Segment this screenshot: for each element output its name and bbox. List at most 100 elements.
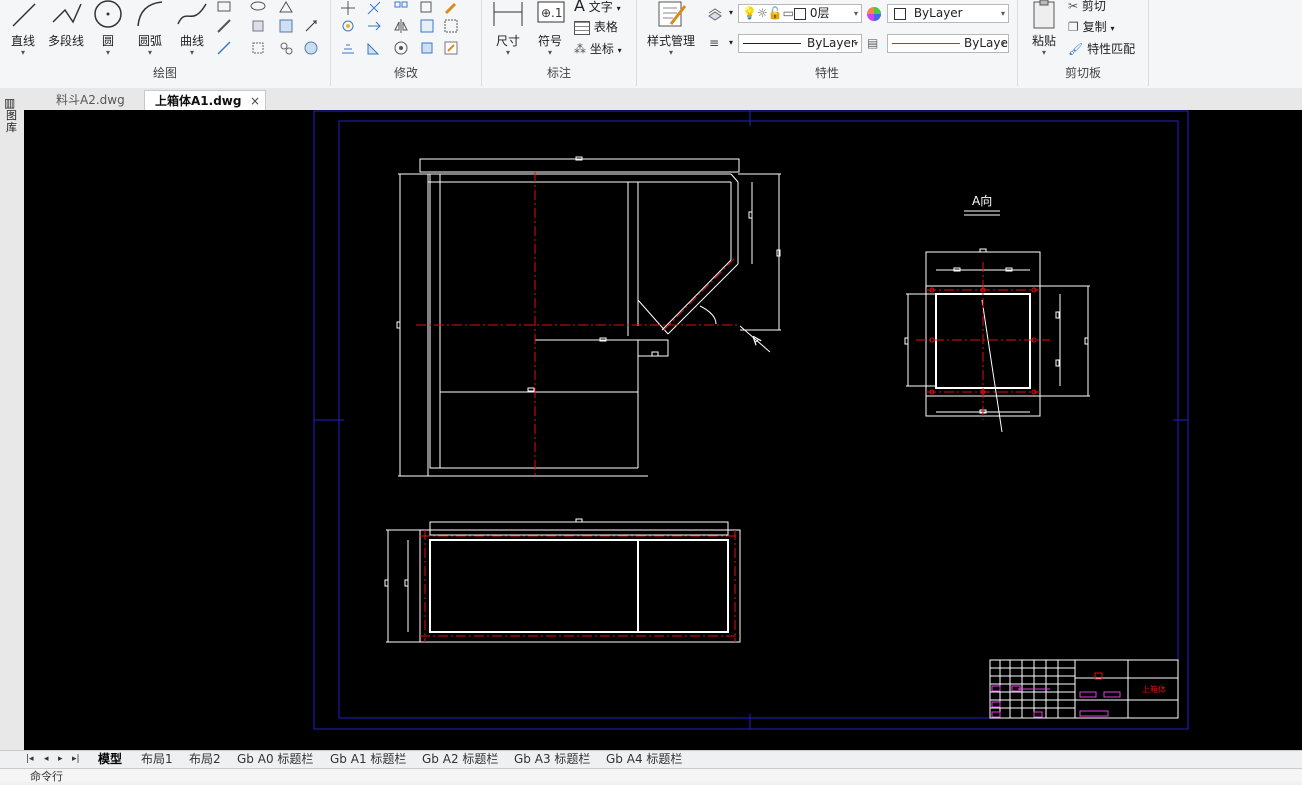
ellipse-icon[interactable] xyxy=(250,0,266,16)
cut-button[interactable]: ✂ 剪切 xyxy=(1068,0,1106,14)
library-label[interactable]: 图库 xyxy=(6,110,18,134)
scale-icon[interactable] xyxy=(366,40,382,56)
explode-icon[interactable] xyxy=(419,40,435,56)
layout-tab-layout1[interactable]: 布局1 xyxy=(141,751,173,768)
symbol-label: 符号 xyxy=(537,34,562,48)
properties-edit-icon[interactable] xyxy=(443,40,459,56)
linetype-manager-icon[interactable]: ≡ xyxy=(709,36,719,50)
move-icon[interactable] xyxy=(340,0,356,16)
scissors-icon: ✂ xyxy=(1068,0,1079,13)
drawing-canvas[interactable]: A A向 上箱体 xyxy=(24,110,1302,750)
curve-button[interactable]: 曲线 ▾ xyxy=(172,0,212,57)
linetype-combo[interactable]: ByLayer ▾ xyxy=(738,34,862,53)
doc-tab-label: 料斗A2.dwg xyxy=(56,93,125,107)
line-button[interactable]: 直线 ▾ xyxy=(3,0,43,57)
command-prompt: 命令行 xyxy=(30,770,63,783)
paste-icon xyxy=(1033,0,1055,29)
prev-layout-button[interactable]: ◂ xyxy=(44,751,49,768)
extend-icon[interactable] xyxy=(366,18,382,34)
table-icon xyxy=(574,20,590,35)
circle-button[interactable]: 圆 ▾ xyxy=(88,0,128,57)
spline-icon[interactable] xyxy=(216,40,232,56)
curve-icon xyxy=(177,3,207,25)
color-combo[interactable]: ByLayer ▾ xyxy=(887,4,1009,23)
array-icon[interactable] xyxy=(393,0,409,16)
layout-tab-model[interactable]: 模型 xyxy=(98,751,122,768)
layout-tab-gb-a3[interactable]: Gb A3 标题栏 xyxy=(514,751,590,768)
copy-button[interactable]: ❐ 复制 ▾ xyxy=(1068,18,1114,35)
polyline-label: 多段线 xyxy=(47,34,84,48)
print-icon: ▭ xyxy=(782,6,795,20)
text-button[interactable]: A 文字 ▾ xyxy=(574,0,621,15)
ray-icon[interactable] xyxy=(303,18,319,34)
offset-icon[interactable] xyxy=(340,40,356,56)
layout-tab-gb-a1[interactable]: Gb A1 标题栏 xyxy=(330,751,406,768)
properties-group: 样式管理 ▾ ▾ 💡☼🔓▭ 0层 ▾ ByLayer ▾ ≡ ▾ ByLayer… xyxy=(637,0,1018,86)
arc-button[interactable]: 圆弧 ▾ xyxy=(130,0,170,57)
color-wheel-icon[interactable] xyxy=(866,6,882,22)
mirror-icon[interactable] xyxy=(393,18,409,34)
doc-tab-liaodou[interactable]: 料斗A2.dwg xyxy=(46,90,135,110)
trim-icon[interactable] xyxy=(366,0,382,16)
cut-label: 剪切 xyxy=(1081,0,1106,13)
chevron-down-icon: ▾ xyxy=(1000,39,1005,48)
rotate-icon[interactable] xyxy=(340,18,356,34)
properties-group-label: 特性 xyxy=(814,66,839,80)
table-button[interactable]: 表格 xyxy=(574,18,618,35)
layer-color-swatch xyxy=(794,7,807,20)
last-layout-button[interactable]: ▸| xyxy=(72,751,80,768)
style-manager-label: 样式管理 xyxy=(646,34,695,48)
modify-group: 修改 xyxy=(331,0,482,86)
annotate-group-label: 标注 xyxy=(546,66,571,80)
block-icon[interactable] xyxy=(250,40,266,56)
close-icon[interactable]: × xyxy=(250,91,260,111)
chevron-down-icon: ▾ xyxy=(20,48,25,57)
region-icon[interactable] xyxy=(250,18,266,34)
color-value: ByLayer xyxy=(913,6,963,20)
curve-label: 曲线 xyxy=(179,34,204,48)
stretch-icon[interactable] xyxy=(419,18,435,34)
match-properties-button[interactable]: 🖌 特性匹配 xyxy=(1068,40,1135,57)
line-label: 直线 xyxy=(10,34,35,48)
chevron-down-icon[interactable]: ▾ xyxy=(729,38,733,47)
chevron-down-icon[interactable]: ▾ xyxy=(729,8,733,17)
dimension-button[interactable]: 尺寸 ▾ xyxy=(488,0,528,57)
coordinate-button[interactable]: ⁂ 坐标 ▾ xyxy=(574,40,622,57)
lineweight-combo[interactable]: ByLaye ▾ xyxy=(887,34,1009,53)
polyline-button[interactable]: 多段线 xyxy=(45,0,87,49)
chevron-down-icon: ▾ xyxy=(505,48,510,57)
symbol-button[interactable]: ⊕.1 符号 ▾ xyxy=(530,0,570,57)
title-block-magenta xyxy=(991,685,1121,718)
lineweight-icon[interactable]: ▤ xyxy=(867,36,878,50)
sheet-inner-frame xyxy=(338,120,1179,719)
layout-tab-gb-a4[interactable]: Gb A4 标题栏 xyxy=(606,751,682,768)
clipboard-group: 粘贴 ▾ ✂ 剪切 ❐ 复制 ▾ 🖌 特性匹配 剪切板 xyxy=(1018,0,1149,86)
point-icon[interactable] xyxy=(278,40,294,56)
style-manager-button[interactable]: 样式管理 ▾ xyxy=(641,0,701,57)
pencil-edit-icon[interactable] xyxy=(443,0,459,16)
library-icon[interactable]: ▥ xyxy=(4,96,15,110)
select-window-icon[interactable] xyxy=(443,18,459,34)
paste-button[interactable]: 粘贴 ▾ xyxy=(1024,0,1064,57)
chevron-down-icon: ▾ xyxy=(853,9,858,18)
layout-tab-layout2[interactable]: 布局2 xyxy=(189,751,221,768)
first-layout-button[interactable]: |◂ xyxy=(26,751,34,768)
layout-tab-gb-a0[interactable]: Gb A0 标题栏 xyxy=(237,751,313,768)
color-swatch xyxy=(894,7,906,20)
rectangle-icon[interactable] xyxy=(216,0,232,16)
command-line[interactable]: 命令行 xyxy=(0,768,1302,783)
layout-tab-gb-a2[interactable]: Gb A2 标题栏 xyxy=(422,751,498,768)
wipeout-icon[interactable] xyxy=(303,40,319,56)
fillet-icon[interactable] xyxy=(393,40,409,56)
copy-object-icon[interactable] xyxy=(419,0,435,16)
layer-manager-icon[interactable] xyxy=(707,6,723,22)
table-label: 表格 xyxy=(593,20,618,34)
arc-label: 圆弧 xyxy=(137,34,162,48)
chevron-down-icon: ▾ xyxy=(668,48,673,57)
polygon-icon[interactable] xyxy=(278,0,294,16)
doc-tab-shangxiangti[interactable]: 上箱体A1.dwg × xyxy=(144,90,266,110)
hatch-icon[interactable] xyxy=(278,18,294,34)
next-layout-button[interactable]: ▸ xyxy=(58,751,63,768)
layer-combo[interactable]: 💡☼🔓▭ 0层 ▾ xyxy=(738,4,862,23)
construction-line-icon[interactable] xyxy=(216,18,232,34)
